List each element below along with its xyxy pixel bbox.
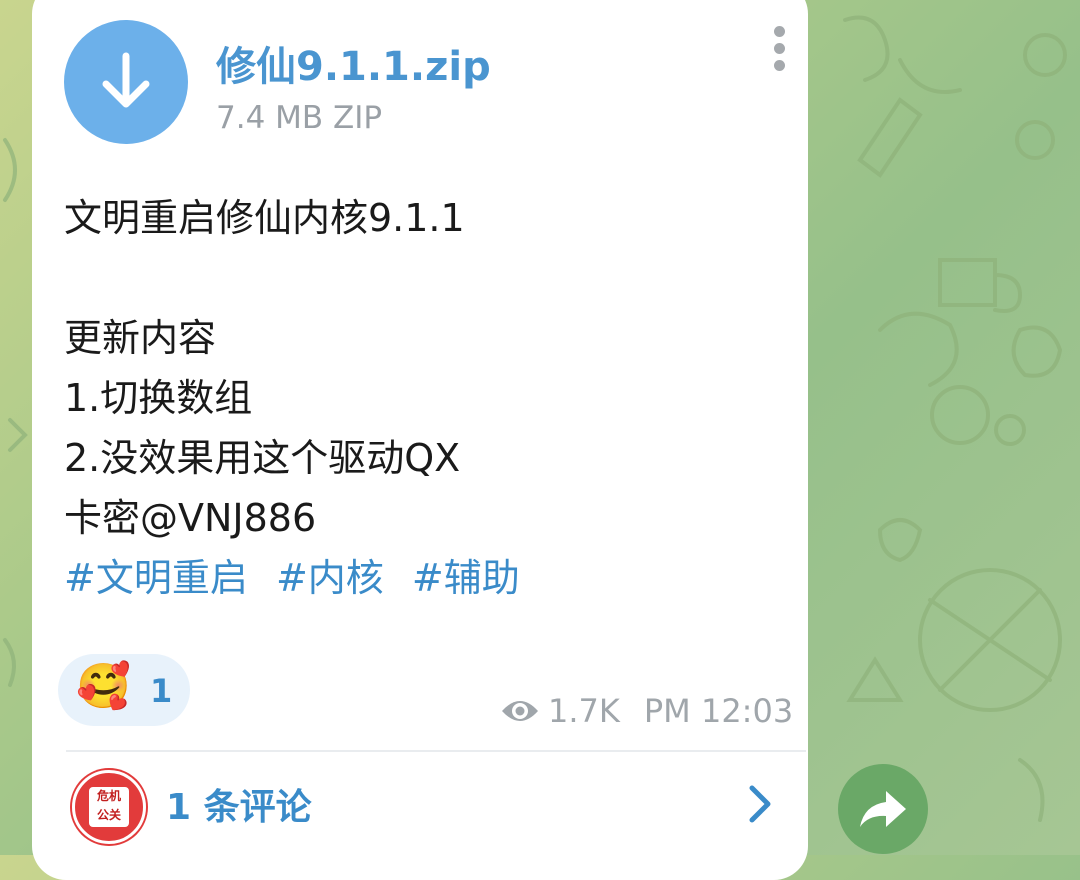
file-size: 7.4 MB ZIP	[216, 100, 383, 136]
avatar: 危机 公关	[72, 770, 146, 844]
smiling-hearts-emoji: 🥰	[76, 661, 131, 712]
message-line: 更新内容	[64, 316, 217, 360]
more-options-icon[interactable]	[768, 26, 790, 76]
avatar-text: 危机	[96, 789, 121, 803]
comments-label: 1 条评论	[166, 787, 312, 828]
view-count: 1.7K	[548, 692, 620, 730]
hashtag-link[interactable]: #内核	[276, 556, 384, 600]
message-text: 文明重启修仙内核9.1.1 更新内容 1.切换数组 2.没效果用这个驱动QX 卡…	[64, 188, 784, 608]
comments-button[interactable]: 危机 公关 1 条评论	[66, 752, 806, 855]
message-line: 卡密@VNJ886	[64, 496, 317, 540]
eye-icon	[500, 697, 540, 725]
message-meta: 1.7K PM 12:03	[500, 690, 793, 732]
hashtags: #文明重启 #内核 #辅助	[64, 548, 784, 608]
forward-arrow-icon	[860, 791, 906, 827]
message-line: 文明重启修仙内核9.1.1	[64, 196, 465, 240]
avatar-text: 公关	[96, 808, 121, 822]
reaction-chip[interactable]: 🥰 1	[58, 654, 190, 726]
message-line: 1.切换数组	[64, 376, 253, 420]
reaction-count: 1	[150, 672, 173, 710]
message-time: PM 12:03	[643, 692, 794, 730]
download-icon	[102, 52, 150, 108]
message-line: 2.没效果用这个驱动QX	[64, 436, 461, 480]
share-button[interactable]	[838, 764, 928, 854]
file-name[interactable]: 修仙9.1.1.zip	[216, 34, 491, 92]
hashtag-link[interactable]: #辅助	[412, 556, 520, 600]
chevron-right-icon	[749, 785, 771, 823]
download-button[interactable]	[64, 20, 188, 144]
message-line	[64, 248, 784, 308]
hashtag-link[interactable]: #文明重启	[64, 556, 248, 600]
